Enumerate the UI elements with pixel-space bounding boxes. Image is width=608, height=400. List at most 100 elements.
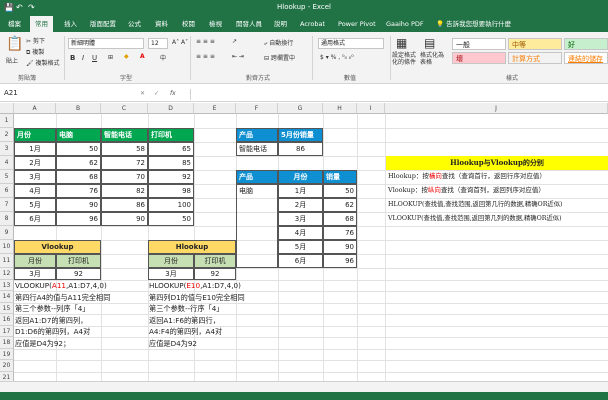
column-header[interactable]: B: [56, 103, 101, 114]
table-cell[interactable]: 6月: [278, 254, 323, 268]
comparison-line[interactable]: Hlookup：按橫向查找（查询首行，返回行序对应值）: [386, 170, 546, 184]
style-linked-cell[interactable]: 連結的儲存: [564, 52, 608, 64]
row-header[interactable]: 15: [0, 302, 14, 314]
table-cell[interactable]: 85: [148, 156, 194, 170]
table-cell[interactable]: 2月: [14, 156, 56, 170]
align-top-icon[interactable]: ≡ ≡ ≡: [196, 38, 215, 45]
table-cell[interactable]: 90: [101, 212, 148, 226]
row-header[interactable]: 2: [0, 128, 14, 142]
table-cell[interactable]: 70: [101, 170, 148, 184]
align-left-icon[interactable]: ≡ ≡ ≡: [196, 53, 215, 60]
column-header[interactable]: A: [14, 103, 56, 114]
tab-file[interactable]: 檔案: [6, 16, 23, 32]
row-header[interactable]: 19: [0, 348, 14, 360]
table-cell[interactable]: 5月: [14, 198, 56, 212]
column-header[interactable]: J: [385, 103, 608, 114]
row-header[interactable]: 18: [0, 337, 14, 349]
table-cell[interactable]: 82: [101, 184, 148, 198]
tab-data[interactable]: 資料: [153, 16, 170, 32]
wrap-text-button[interactable]: ⤶ 自動換行: [264, 38, 293, 48]
row-header[interactable]: 16: [0, 314, 14, 326]
row-header[interactable]: 5: [0, 170, 14, 184]
row-header[interactable]: 7: [0, 198, 14, 212]
table-cell[interactable]: 90: [56, 198, 101, 212]
font-size-select[interactable]: 12: [148, 38, 168, 49]
font-color-icon[interactable]: A: [140, 53, 145, 60]
paste-icon[interactable]: 📋: [6, 36, 23, 52]
table-cell[interactable]: 62: [323, 198, 357, 212]
borders-icon[interactable]: ⊞: [108, 54, 113, 61]
format-table-icon[interactable]: ▤: [424, 36, 435, 50]
formula-input[interactable]: [190, 89, 606, 100]
table-cell[interactable]: 96: [56, 212, 101, 226]
bold-button[interactable]: B: [70, 54, 75, 62]
name-box[interactable]: A21: [2, 89, 62, 100]
row-header[interactable]: 10: [0, 240, 14, 254]
table-cell[interactable]: 50: [323, 184, 357, 198]
currency-icon[interactable]: $ ▾ % , ⁰₀ ₀⁰: [320, 54, 354, 61]
font-name-select[interactable]: 新細明體: [68, 38, 144, 49]
tab-gaaiho-pdf[interactable]: Gaaiho PDF: [384, 16, 426, 32]
tab-home[interactable]: 常用: [30, 16, 53, 32]
table-cell[interactable]: 智能电话: [236, 142, 278, 156]
style-normal[interactable]: 一般: [452, 38, 506, 50]
table-cell[interactable]: 68: [323, 212, 357, 226]
table-header-cell[interactable]: 打印机: [148, 128, 194, 142]
paste-button[interactable]: 貼上: [6, 56, 18, 65]
fill-color-icon[interactable]: ◆: [124, 53, 129, 60]
column-header[interactable]: I: [357, 103, 385, 114]
table-cell[interactable]: 76: [323, 226, 357, 240]
vlookup-header-month[interactable]: 月份: [14, 254, 56, 268]
comparison-line[interactable]: HLOOKUP(查找值,查找范围,返回第几行的数据,精确OR近似): [386, 198, 562, 212]
vlookup-input-cell[interactable]: 3月: [14, 268, 56, 280]
table-cell[interactable]: 98: [148, 184, 194, 198]
table-header-cell[interactable]: 电脑: [56, 128, 101, 142]
table-cell[interactable]: 6月: [14, 212, 56, 226]
insert-function-icon[interactable]: fx: [170, 90, 176, 97]
hlookup-title[interactable]: Hlookup: [148, 240, 236, 254]
hlookup-result-cell[interactable]: 92: [194, 268, 236, 280]
format-table-button[interactable]: 格式化為表格: [420, 52, 448, 66]
italic-button[interactable]: I: [82, 54, 84, 62]
table-header-cell[interactable]: 5月份销量: [278, 128, 323, 142]
underline-button[interactable]: U: [92, 54, 97, 62]
row-header[interactable]: 14: [0, 291, 14, 303]
vlookup-result-cell[interactable]: 92: [56, 268, 101, 280]
indent-icon[interactable]: ⇤ ⇥: [232, 53, 244, 60]
row-header[interactable]: 6: [0, 184, 14, 198]
select-all-corner[interactable]: [0, 103, 14, 114]
table-cell[interactable]: 90: [323, 240, 357, 254]
worksheet-grid[interactable]: A B C D E F G H I J 1 2 3 4 5 6 7 8 9 10…: [0, 103, 608, 381]
table-cell[interactable]: 100: [148, 198, 194, 212]
vlookup-title[interactable]: Vlookup: [14, 240, 101, 254]
tab-review[interactable]: 校閱: [180, 16, 197, 32]
hlookup-header-printer[interactable]: 打印机: [194, 254, 236, 268]
table-cell[interactable]: 72: [101, 156, 148, 170]
column-header[interactable]: F: [236, 103, 278, 114]
style-good[interactable]: 好: [564, 38, 608, 50]
table-cell[interactable]: 电脑: [236, 184, 278, 268]
table-cell[interactable]: 1月: [278, 184, 323, 198]
comparison-title[interactable]: Hlookup与Vlookup的分别: [386, 156, 608, 170]
column-header[interactable]: E: [194, 103, 236, 114]
tab-acrobat[interactable]: Acrobat: [298, 16, 327, 32]
row-header[interactable]: 9: [0, 226, 14, 240]
table-header-cell[interactable]: 智能电话: [101, 128, 148, 142]
table-cell[interactable]: 2月: [278, 198, 323, 212]
row-header[interactable]: 13: [0, 279, 14, 291]
table-cell[interactable]: 4月: [278, 226, 323, 240]
table-cell[interactable]: 76: [56, 184, 101, 198]
hlookup-input-cell[interactable]: 3月: [148, 268, 194, 280]
cancel-entry-icon[interactable]: ✕: [140, 90, 145, 97]
number-format-select[interactable]: 通用格式: [318, 38, 384, 49]
merge-center-button[interactable]: ⊟ 跨欄置中: [264, 53, 295, 62]
tab-formulas[interactable]: 公式: [126, 16, 143, 32]
style-calculation[interactable]: 計算方式: [508, 52, 562, 64]
row-header[interactable]: 17: [0, 325, 14, 337]
row-header[interactable]: 3: [0, 142, 14, 156]
column-header[interactable]: C: [101, 103, 148, 114]
tab-power-pivot[interactable]: Power Pivot: [336, 16, 378, 32]
table-cell[interactable]: 65: [148, 142, 194, 156]
phonetic-icon[interactable]: 中: [160, 53, 166, 62]
row-header[interactable]: 20: [0, 360, 14, 372]
